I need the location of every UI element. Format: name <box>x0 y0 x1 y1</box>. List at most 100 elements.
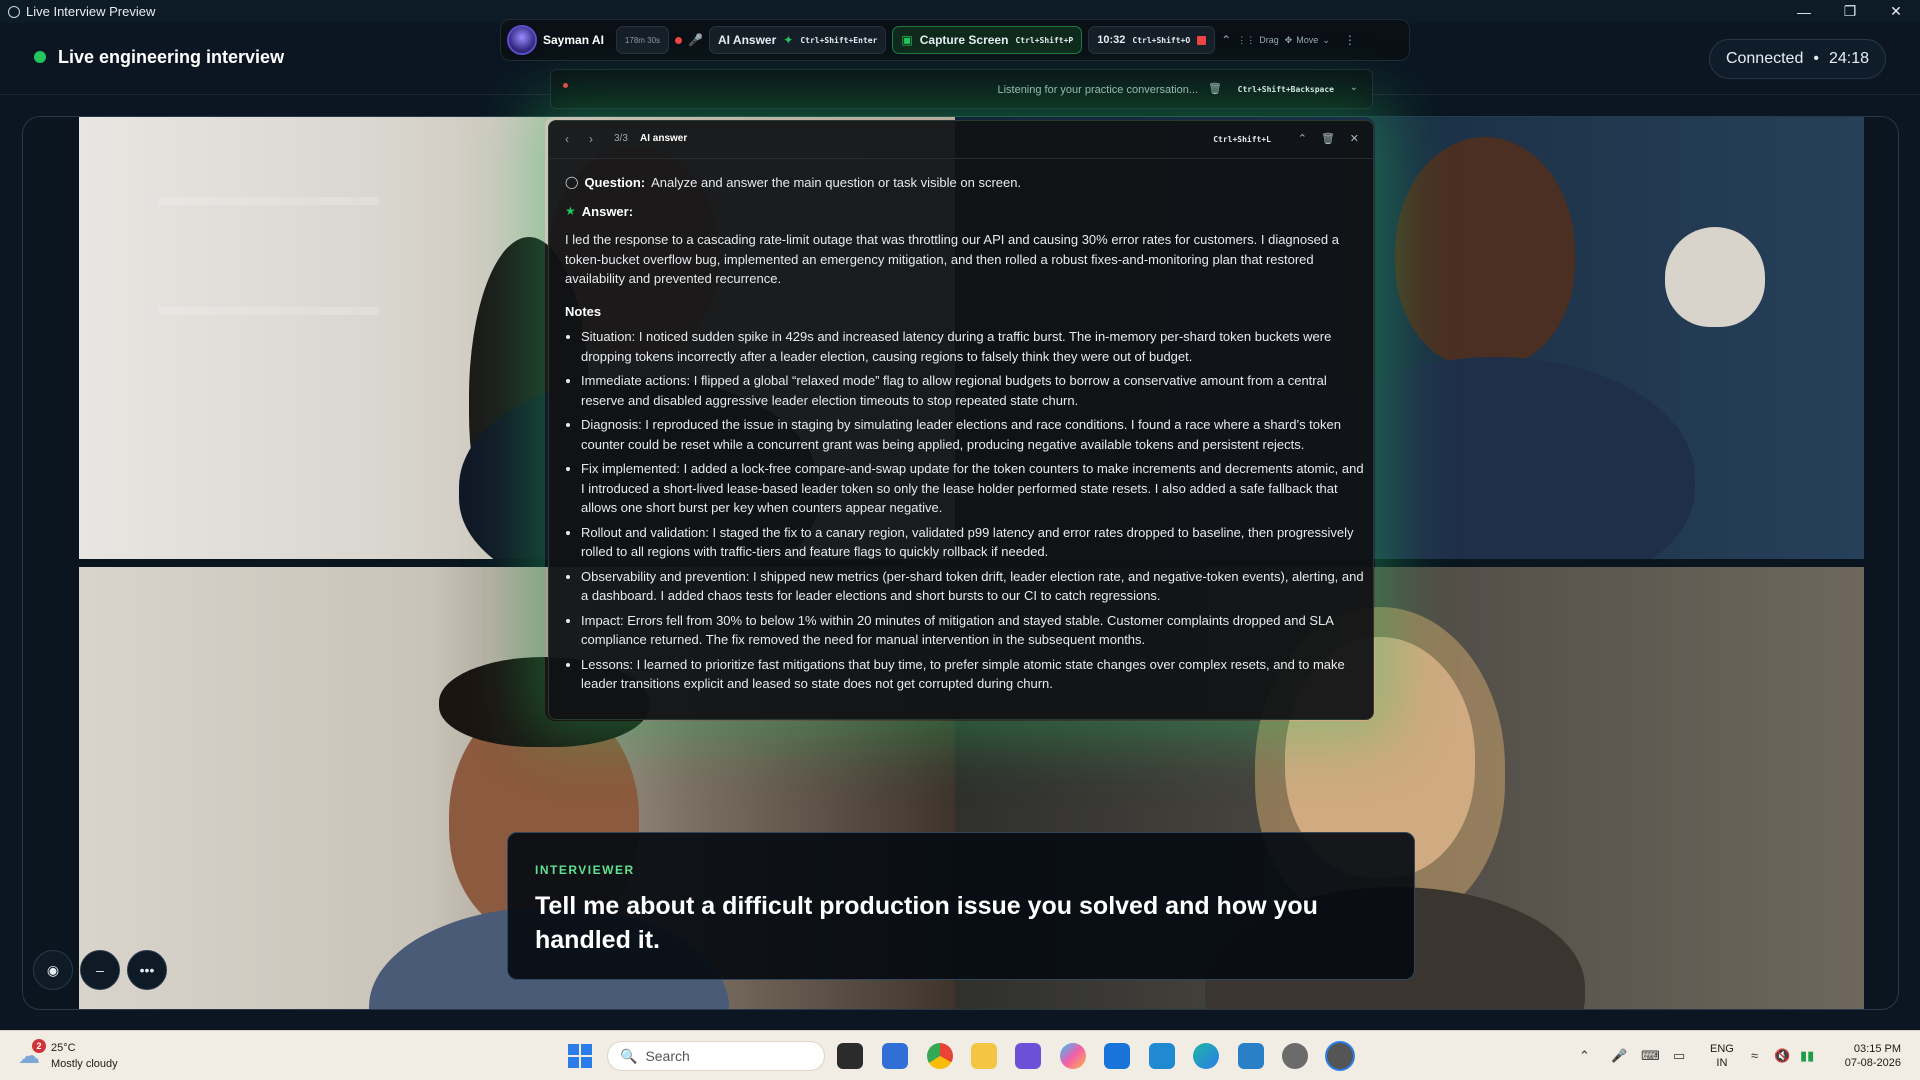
display-icon[interactable]: ▭ <box>1673 1048 1685 1064</box>
background-shelf <box>159 307 379 315</box>
participant-face <box>1395 137 1575 367</box>
collapse-icon[interactable]: ⌃ <box>1298 132 1307 145</box>
chat-bubble-icon: ◯ <box>565 175 579 189</box>
task-view-icon[interactable] <box>837 1043 863 1069</box>
ai-answer-label: AI Answer <box>718 33 777 47</box>
file-explorer-icon[interactable] <box>971 1043 997 1069</box>
vscode-icon[interactable] <box>1149 1043 1175 1069</box>
note-item: Observability and prevention: I shipped … <box>581 567 1365 606</box>
chevron-up-icon[interactable]: ⌃ <box>1221 33 1231 47</box>
chevron-down-icon[interactable]: ⌄ <box>1350 82 1358 93</box>
microphone-icon[interactable]: 🎤 <box>688 33 703 47</box>
app-icon <box>8 5 20 18</box>
close-button[interactable]: ✕ <box>1873 0 1919 23</box>
tray-overflow-icon[interactable]: ⌃ <box>1579 1048 1590 1064</box>
drag-label: Drag <box>1259 35 1279 45</box>
remote-desktop-icon[interactable] <box>1238 1043 1264 1069</box>
taskbar-search[interactable]: 🔍 Search <box>607 1041 825 1071</box>
window-title: Live Interview Preview <box>26 4 156 19</box>
listening-bar: Listening for your practice conversation… <box>550 69 1373 109</box>
timer-value: 10:32 <box>1097 34 1126 46</box>
clock-time: 03:15 PM <box>1853 1043 1901 1055</box>
connection-status: Connected • 24:18 <box>1708 39 1886 79</box>
brand-name: Sayman AI <box>543 33 604 47</box>
move-menu[interactable]: ✥ Move ⌄ <box>1285 35 1330 46</box>
weather-temperature[interactable]: 25°C <box>51 1042 76 1054</box>
connection-label: Connected <box>1725 50 1804 67</box>
taskbar-clock[interactable]: 03:15 PM 07-08-2026 <box>1837 1042 1901 1070</box>
note-item: Lessons: I learned to prioritize fast mi… <box>581 655 1365 694</box>
question-line: ◯ Question: Analyze and answer the main … <box>565 173 1365 193</box>
move-label: Move <box>1296 35 1319 45</box>
session-timer: 178m 30s <box>624 35 661 45</box>
language-code: ENG <box>1710 1043 1734 1055</box>
teams-icon[interactable] <box>1015 1043 1041 1069</box>
clear-transcript-icon[interactable]: 🗑 <box>1208 82 1222 95</box>
notes-heading: Notes <box>565 303 602 319</box>
record-icon: ◉ <box>46 961 60 978</box>
lamp-shade <box>1665 227 1765 327</box>
weather-badge: 2 <box>32 1039 46 1053</box>
ai-panel-shortcut: Ctrl+Shift+L <box>1213 135 1271 144</box>
microphone-tray-icon[interactable]: 🎤 <box>1611 1048 1627 1064</box>
speaker-muted-icon[interactable]: 🔇 <box>1774 1048 1790 1064</box>
record-toggle-button[interactable]: ◉ <box>33 950 73 990</box>
star-icon: ★ <box>565 203 576 218</box>
active-app-icon[interactable] <box>1327 1043 1353 1069</box>
session-timer-chip: 178m 30s <box>615 26 670 54</box>
answer-line: ★ Answer: <box>565 202 1365 222</box>
minimize-controls-button[interactable]: – <box>80 950 120 990</box>
listening-dot <box>563 83 568 88</box>
outlook-icon[interactable] <box>1104 1043 1130 1069</box>
clear-shortcut: Ctrl+Shift+Backspace <box>1237 85 1334 94</box>
windows-logo-icon <box>568 1057 579 1068</box>
listening-text: Listening for your practice conversation… <box>997 84 1198 96</box>
ai-answer-button[interactable]: AI Answer ✦ Ctrl+Shift+Enter <box>709 26 887 54</box>
chevron-left-icon[interactable]: ‹ <box>565 132 569 146</box>
more-options-button[interactable]: ••• <box>127 950 167 990</box>
sayman-logo <box>507 25 537 55</box>
stop-icon[interactable] <box>1197 35 1207 45</box>
timer-shortcut: Ctrl+Shift+O <box>1132 35 1191 45</box>
caption-speaker: INTERVIEWER <box>535 863 635 877</box>
wifi-icon[interactable]: ≈ <box>1751 1048 1758 1063</box>
answer-label: Answer: <box>581 203 634 219</box>
windows-logo-icon <box>568 1044 579 1055</box>
capture-shortcut: Ctrl+Shift+P <box>1015 35 1074 45</box>
sparkle-icon: ✦ <box>783 33 794 47</box>
timer-chip[interactable]: 10:32 Ctrl+Shift+O <box>1088 26 1216 54</box>
edge-icon[interactable] <box>1193 1043 1219 1069</box>
note-item: Fix implemented: I added a lock-free com… <box>581 459 1365 518</box>
note-item: Diagnosis: I reproduced the issue in sta… <box>581 415 1365 454</box>
background-shelf <box>159 197 379 205</box>
widgets-app-icon[interactable] <box>882 1043 908 1069</box>
start-button[interactable] <box>568 1044 592 1068</box>
recording-dot <box>675 36 683 44</box>
chrome-icon[interactable] <box>927 1043 953 1069</box>
drag-handle[interactable]: ⋮⋮ Drag <box>1237 35 1279 46</box>
notes-list: Situation: I noticed sudden spike in 429… <box>565 327 1365 694</box>
live-indicator <box>34 51 46 63</box>
more-vertical-icon[interactable]: ⋮ <box>1344 33 1356 47</box>
minimize-button[interactable]: — <box>1781 0 1827 23</box>
chevron-right-icon[interactable]: › <box>589 132 593 146</box>
capture-icon: ▣ <box>901 33 913 47</box>
more-horizontal-icon: ••• <box>139 962 155 978</box>
capture-screen-button[interactable]: ▣ Capture Screen Ctrl+Shift+P <box>892 26 1083 54</box>
maximize-button[interactable]: ❐ <box>1827 0 1873 23</box>
delete-icon[interactable]: 🗑 <box>1321 132 1335 145</box>
keyboard-icon[interactable]: ⌨ <box>1641 1048 1660 1064</box>
ai-panel-title: AI answer <box>640 133 688 144</box>
copilot-icon[interactable] <box>1060 1043 1086 1069</box>
close-icon[interactable]: ✕ <box>1350 132 1359 145</box>
note-item: Immediate actions: I flipped a global “r… <box>581 371 1365 410</box>
search-placeholder: Search <box>645 1048 690 1064</box>
battery-icon[interactable]: ▮▮ <box>1800 1048 1814 1064</box>
weather-condition[interactable]: Mostly cloudy <box>51 1058 118 1070</box>
windows-logo-icon <box>581 1057 592 1068</box>
search-icon: 🔍 <box>620 1047 638 1064</box>
capture-label: Capture Screen <box>919 33 1009 47</box>
note-item: Situation: I noticed sudden spike in 429… <box>581 327 1365 366</box>
chrome-profile-icon[interactable] <box>1282 1043 1308 1069</box>
language-indicator[interactable]: ENG IN <box>1710 1042 1734 1070</box>
